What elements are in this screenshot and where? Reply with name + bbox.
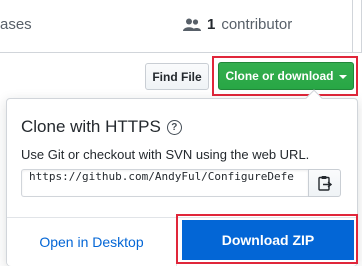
download-zip-button[interactable]: Download ZIP (182, 220, 354, 260)
contributor-count: 1 (207, 16, 216, 33)
releases-link[interactable]: ases (0, 16, 32, 33)
popover-title-row: Clone with HTTPS ? (21, 117, 182, 137)
find-file-button[interactable]: Find File (145, 63, 209, 90)
clone-url-input[interactable]: https://github.com/AndyFul/ConfigureDefe (21, 169, 308, 197)
repo-summary-bar: ases 1 contributor (0, 0, 362, 53)
contributor-label: contributor (221, 16, 293, 33)
clone-button-label: Clone or download (225, 69, 334, 83)
divider (352, 0, 353, 53)
clipboard-icon (317, 176, 332, 191)
question-icon[interactable]: ? (166, 119, 182, 135)
contributors-link[interactable]: 1 contributor (183, 16, 292, 33)
clone-or-download-button[interactable]: Clone or download (218, 62, 354, 90)
clone-url-group: https://github.com/AndyFul/ConfigureDefe (21, 169, 345, 197)
popover-description: Use Git or checkout with SVN using the w… (21, 147, 310, 162)
popover-title: Clone with HTTPS (21, 117, 161, 136)
people-icon (183, 18, 201, 31)
caret-down-icon (338, 75, 347, 79)
copy-url-button[interactable] (308, 169, 341, 197)
open-in-desktop-button[interactable]: Open in Desktop (7, 218, 177, 266)
